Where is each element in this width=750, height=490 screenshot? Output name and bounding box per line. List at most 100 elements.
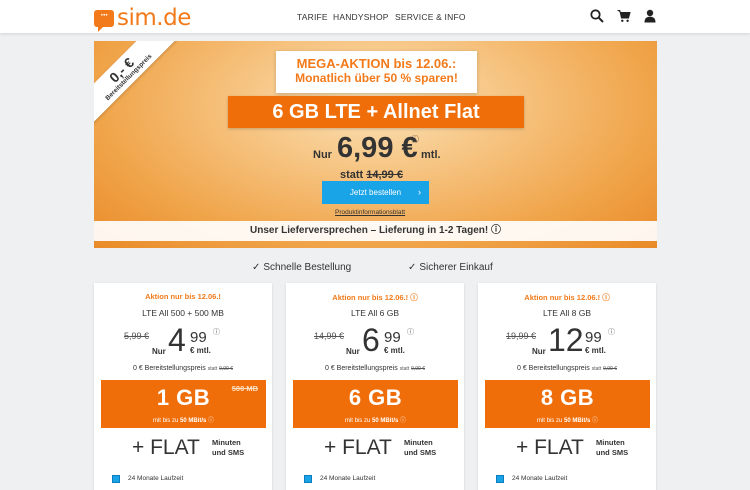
old-price: statt 14,99 € <box>340 169 403 181</box>
data-amount: 6 GB <box>348 385 403 410</box>
contract-term-label: 24 Monate Laufzeit <box>512 475 568 482</box>
card-setup-price: 0 € Bereitstellungspreis statt 9,99 € <box>94 365 272 372</box>
chat-bubble-icon: ··· <box>94 9 114 32</box>
data-speed: mit bis zu 50 MBit/s ⓘ <box>485 415 650 424</box>
flat-sms: und SMS <box>212 448 245 457</box>
contract-term-checkbox[interactable] <box>496 475 504 483</box>
info-icon[interactable]: ⓘ <box>208 418 214 424</box>
price-prefix: Nur <box>313 149 332 161</box>
promo-subline: Monatlich über 50 % sparen! <box>295 71 458 85</box>
setup-main: 0 € Bereitstellungspreis <box>132 365 206 372</box>
speed-prefix: mit bis zu <box>536 418 563 424</box>
flat-sms: und SMS <box>596 448 629 457</box>
info-icon[interactable]: ⓘ <box>592 418 598 424</box>
card-data-volume: 6 GB mit bis zu 50 MBit/s ⓘ <box>293 380 458 428</box>
nav-item-service-info[interactable]: SERVICE & INFO <box>395 12 466 22</box>
info-icon[interactable]: ⓘ <box>608 327 615 337</box>
search-icon[interactable] <box>590 9 604 23</box>
check-icon: ✓ <box>252 262 261 273</box>
tariff-card-500mb: Aktion nur bis 12.06.! LTE All 500 + 500… <box>94 283 272 490</box>
data-amount: 8 GB <box>540 385 595 410</box>
card-price-cents: 99 <box>585 329 602 346</box>
card-flat-sub: Minuten und SMS <box>212 438 244 458</box>
card-old-price: 5,99 € <box>124 331 150 341</box>
price-value: 6,99 € <box>337 132 418 164</box>
card-flat: + FLAT <box>132 436 200 459</box>
old-price-value: 14,99 € <box>366 169 403 181</box>
order-button[interactable]: Jetzt bestellen › <box>322 181 429 204</box>
logo-mark: ··· <box>100 10 109 21</box>
speed-prefix: mit bis zu <box>152 418 179 424</box>
card-promo: Aktion nur bis 12.06.! ⓘ <box>332 293 418 302</box>
card-nur: Nur <box>346 347 360 356</box>
card-plan-name: LTE All 6 GB <box>350 308 400 318</box>
user-icon[interactable] <box>643 9 657 23</box>
nav-item-tarife[interactable]: TARIFE <box>297 12 328 22</box>
setup-statt: statt <box>591 366 602 372</box>
card-old-price: 14,99 € <box>314 331 345 341</box>
flat-minutes: Minuten <box>596 438 625 447</box>
card-mtl: € mtl. <box>384 346 405 355</box>
setup-old: 9,99 € <box>219 366 234 372</box>
info-icon[interactable]: ⓘ <box>407 327 414 337</box>
card-mtl: € mtl. <box>190 346 211 355</box>
speed-value: 50 MBit/s <box>563 418 591 424</box>
card-plan-name: LTE All 500 + 500 MB <box>142 308 224 318</box>
trust-fast-order: ✓ Schnelle Bestellung <box>252 262 351 273</box>
contract-term-label: 24 Monate Laufzeit <box>128 475 184 482</box>
card-flat: + FLAT <box>324 436 392 459</box>
setup-statt: statt <box>399 366 410 372</box>
card-price-euro: 4 <box>168 322 186 358</box>
site-header: ··· sim.de TARIFE HANDYSHOP SERVICE & IN… <box>0 0 750 33</box>
logo-text: sim.de <box>117 5 191 31</box>
speed-prefix: mit bis zu <box>344 418 371 424</box>
logo[interactable]: ··· sim.de <box>94 5 191 32</box>
promo-headline: MEGA-AKTION bis 12.06.: <box>296 56 457 71</box>
speed-value: 50 MBit/s <box>179 418 207 424</box>
card-price-cents: 99 <box>384 329 401 346</box>
card-promo: Aktion nur bis 12.06.! ⓘ <box>524 293 610 302</box>
card-setup-price: 0 € Bereitstellungspreis statt 9,99 € <box>286 365 464 372</box>
card-promo: Aktion nur bis 12.06.! <box>145 292 221 301</box>
trust-label: Sicherer Einkauf <box>419 262 493 273</box>
card-mtl: € mtl. <box>585 346 606 355</box>
card-old-price: 19,99 € <box>506 331 537 341</box>
card-price-euro: 6 <box>362 322 380 358</box>
nav-item-handyshop[interactable]: HANDYSHOP <box>333 12 389 22</box>
info-icon[interactable]: ⓘ <box>213 327 220 337</box>
contract-term-label: 24 Monate Laufzeit <box>320 475 376 482</box>
card-price-cents: 99 <box>190 329 207 346</box>
setup-old: 9,99 € <box>411 366 426 372</box>
flat-sms: und SMS <box>404 448 437 457</box>
setup-statt: statt <box>207 366 218 372</box>
delivery-promise: Unser Lieferversprechen – Lieferung in 1… <box>94 221 657 241</box>
chevron-right-icon: › <box>418 187 421 197</box>
setup-main: 0 € Bereitstellungspreis <box>324 365 398 372</box>
info-icon[interactable]: ⓘ <box>411 134 419 145</box>
card-data-volume: 8 GB mit bis zu 50 MBit/s ⓘ <box>485 380 650 428</box>
check-icon: ✓ <box>408 262 417 273</box>
promo-box: MEGA-AKTION bis 12.06.: Monatlich über 5… <box>276 51 477 93</box>
card-nur: Nur <box>152 347 166 356</box>
tariff-card-8gb: Aktion nur bis 12.06.! ⓘ LTE All 8 GB 19… <box>478 283 656 490</box>
card-setup-price: 0 € Bereitstellungspreis statt 9,99 € <box>478 365 656 372</box>
card-flat: + FLAT <box>516 436 584 459</box>
card-price-euro: 12 <box>548 322 584 358</box>
speed-value: 50 MBit/s <box>371 418 399 424</box>
data-speed: mit bis zu 50 MBit/s ⓘ <box>101 415 266 424</box>
card-flat-sub: Minuten und SMS <box>404 438 436 458</box>
setup-old: 9,99 € <box>603 366 618 372</box>
product-info-link[interactable]: Produktinformationsblatt <box>335 209 405 216</box>
data-old-amount: 500 MB <box>231 384 258 393</box>
contract-term-checkbox[interactable] <box>304 475 312 483</box>
flat-minutes: Minuten <box>404 438 433 447</box>
card-data-volume: 1 GB 500 MB mit bis zu 50 MBit/s ⓘ <box>101 380 266 428</box>
offer-title: 6 GB LTE + Allnet Flat <box>228 96 524 128</box>
cart-icon[interactable] <box>617 9 631 23</box>
info-icon[interactable]: ⓘ <box>400 418 406 424</box>
order-button-label: Jetzt bestellen <box>349 188 402 197</box>
statt-label: statt <box>340 169 364 181</box>
contract-term-checkbox[interactable] <box>112 475 120 483</box>
setup-price-ribbon: 0,- € Bereitstellungspreis <box>94 41 176 125</box>
hero-banner: 0,- € Bereitstellungspreis MEGA-AKTION b… <box>94 41 657 248</box>
